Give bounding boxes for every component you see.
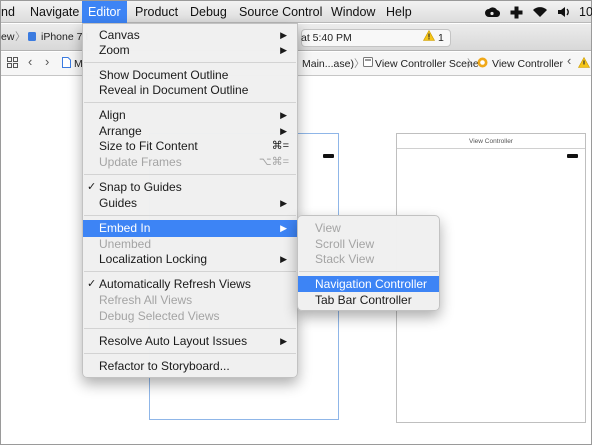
submenu-item-tab-bar-controller[interactable]: Tab Bar Controller	[298, 292, 439, 308]
menu-separator	[299, 271, 438, 272]
shortcut-label: ⌥⌘=	[258, 156, 289, 168]
menu-item-refresh-all-views: Refresh All Views	[99, 293, 193, 307]
submenu-item-scroll-view: Scroll View	[315, 237, 375, 251]
wifi-icon[interactable]	[531, 1, 549, 23]
menu-find[interactable]: nd	[1, 1, 15, 23]
checkmark-icon: ✓	[87, 278, 97, 290]
menu-source-control[interactable]: Source Control	[239, 1, 322, 23]
menu-item-resolve-auto-layout[interactable]: Resolve Auto Layout Issues ▶	[83, 333, 297, 349]
scheme-partial[interactable]: ew	[1, 30, 14, 44]
issue-back-icon[interactable]: ‹	[567, 54, 571, 68]
shortcut-label: ⌘=	[271, 140, 289, 152]
menu-separator	[84, 215, 296, 216]
back-arrow-icon[interactable]: ‹	[28, 55, 32, 69]
checkmark-icon: ✓	[87, 181, 97, 193]
clock-partial: 10	[579, 5, 592, 19]
menu-item-embed-in[interactable]: Embed In ▶	[83, 220, 297, 237]
device-icon	[27, 31, 37, 46]
file-icon	[62, 57, 71, 72]
menu-item-canvas[interactable]: Canvas ▶	[83, 27, 297, 43]
breadcrumb-scene[interactable]: View Controller Scene	[375, 57, 479, 71]
menu-editor[interactable]: Editor	[82, 1, 127, 23]
menu-item-localization-locking[interactable]: Localization Locking ▶	[83, 251, 297, 267]
forward-arrow-icon[interactable]: ›	[45, 55, 49, 69]
menu-item-auto-refresh-views[interactable]: ✓ Automatically Refresh Views	[83, 276, 297, 292]
breadcrumb-view-controller[interactable]: View Controller	[492, 57, 563, 71]
warning-count: 1	[438, 32, 444, 44]
scene-title: View Controller	[397, 134, 585, 149]
chevron-right-icon: ▶	[280, 223, 287, 233]
submenu-item-view: View	[315, 221, 341, 235]
chevron-right-icon: ▶	[280, 110, 287, 120]
view-controller-icon	[477, 57, 488, 72]
menu-item-refactor-to-storyboard[interactable]: Refactor to Storyboard...	[83, 358, 297, 374]
battery-icon	[567, 154, 578, 158]
scene-icon	[363, 57, 373, 71]
chevron-right-icon: ▶	[280, 336, 287, 346]
menu-item-size-to-fit[interactable]: Size to Fit Content ⌘=	[83, 138, 297, 154]
menu-bar: nd Navigate Editor Product Debug Source …	[1, 1, 592, 23]
menu-item-debug-selected-views: Debug Selected Views	[99, 309, 220, 323]
editor-menu: Canvas ▶ Zoom ▶ Show Document Outline Reve…	[82, 23, 298, 378]
submenu-item-navigation-controller[interactable]: Navigation Controller	[298, 276, 439, 292]
breadcrumb-storyboard[interactable]: Main...ase)	[302, 57, 354, 71]
menu-separator	[84, 174, 296, 175]
menu-item-zoom[interactable]: Zoom ▶	[83, 42, 297, 58]
menu-separator	[84, 62, 296, 63]
chevron-right-icon: 〉	[15, 31, 26, 43]
menu-item-guides[interactable]: Guides ▶	[83, 195, 297, 211]
chevron-right-icon: ▶	[280, 254, 287, 264]
menu-navigate[interactable]: Navigate	[30, 1, 79, 23]
menu-product[interactable]: Product	[135, 1, 178, 23]
plus-icon[interactable]	[507, 1, 525, 23]
status-text: at 5:40 PM	[301, 32, 352, 44]
chevron-right-icon: ▶	[280, 126, 287, 136]
menu-item-align[interactable]: Align ▶	[83, 107, 297, 123]
related-items-icon[interactable]	[7, 57, 18, 72]
creative-cloud-icon[interactable]	[483, 1, 501, 23]
warning-icon[interactable]	[422, 29, 436, 45]
menu-separator	[84, 102, 296, 103]
menu-window[interactable]: Window	[331, 1, 375, 23]
menu-separator	[84, 328, 296, 329]
menu-item-reveal-in-outline[interactable]: Reveal in Document Outline	[83, 82, 297, 98]
menu-separator	[84, 271, 296, 272]
menu-help[interactable]: Help	[386, 1, 412, 23]
embed-in-submenu: View Scroll View Stack View Navigation C…	[297, 215, 440, 311]
menu-item-show-document-outline[interactable]: Show Document Outline	[83, 67, 297, 83]
chevron-right-icon: ▶	[280, 45, 287, 55]
battery-icon	[323, 154, 334, 158]
menu-item-arrange[interactable]: Arrange ▶	[83, 123, 297, 139]
warning-icon[interactable]	[577, 56, 591, 72]
volume-icon[interactable]	[555, 1, 573, 23]
menu-item-update-frames: Update Frames ⌥⌘=	[99, 155, 289, 169]
menu-item-unembed: Unembed	[99, 237, 152, 251]
chevron-right-icon: ▶	[280, 30, 287, 40]
chevron-right-icon: 〉	[467, 58, 478, 70]
menu-item-snap-to-guides[interactable]: ✓ Snap to Guides	[83, 179, 297, 195]
menu-debug[interactable]: Debug	[190, 1, 227, 23]
chevron-right-icon: ▶	[280, 198, 287, 208]
menu-separator	[84, 353, 296, 354]
submenu-item-stack-view: Stack View	[315, 252, 375, 266]
